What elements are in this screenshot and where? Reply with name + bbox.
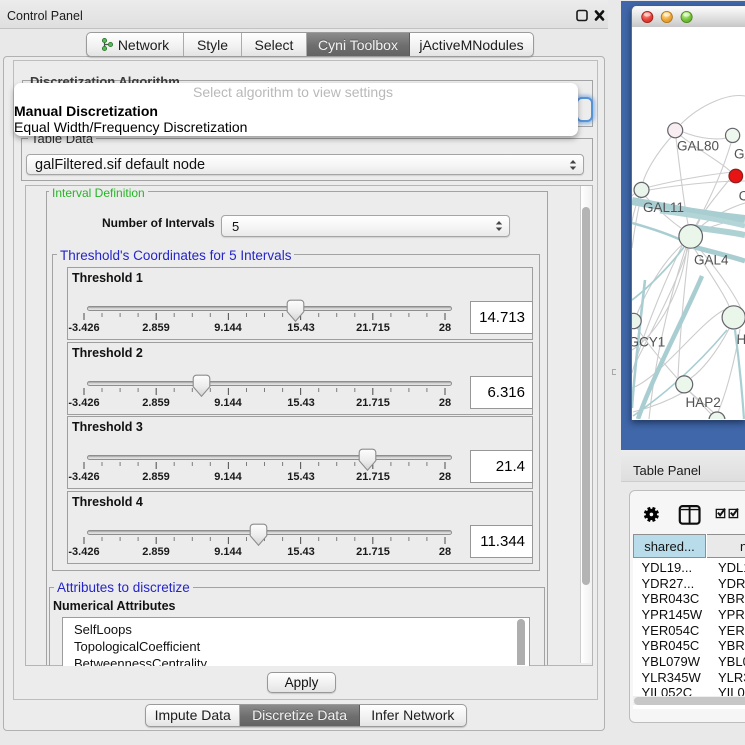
svg-text:GAL11: GAL11 [643, 200, 684, 215]
svg-text:HIS7: HIS7 [737, 332, 745, 347]
svg-text:CYC8: CYC8 [739, 189, 745, 204]
svg-text:GAL4: GAL4 [694, 253, 729, 268]
svg-text:GAL80: GAL80 [734, 147, 745, 162]
svg-text:GAL80: GAL80 [677, 139, 719, 154]
svg-text:GCY1: GCY1 [632, 335, 665, 350]
svg-text:HAP2: HAP2 [686, 395, 721, 410]
